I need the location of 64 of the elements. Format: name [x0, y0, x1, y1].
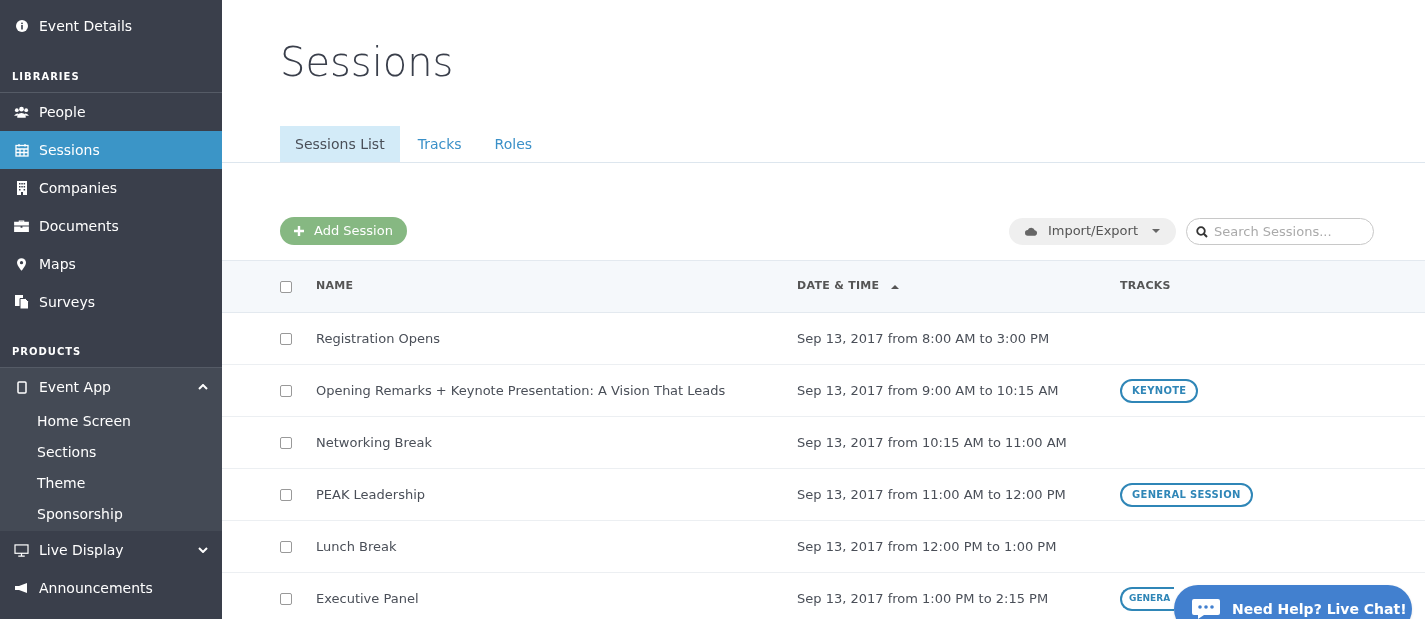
documents-icon [14, 295, 29, 309]
sidebar-subitem[interactable]: Sections [0, 437, 222, 468]
calendar-icon [14, 143, 29, 157]
sidebar-subitem[interactable]: Home Screen [0, 406, 222, 437]
live-chat-button[interactable]: Need Help? Live Chat! [1174, 585, 1412, 619]
row-checkbox[interactable] [280, 332, 292, 345]
tab[interactable]: Sessions List [280, 126, 400, 162]
column-header[interactable]: DATE & TIME [797, 278, 900, 295]
row-checkbox[interactable] [280, 592, 292, 605]
sidebar-item[interactable]: Surveys [0, 283, 222, 321]
chevron-up-icon [198, 384, 208, 390]
search-icon [1196, 225, 1208, 238]
sidebar-item[interactable]: Maps [0, 245, 222, 283]
table-cell-text: Sep 13, 2017 from 11:00 AM to 12:00 PM [797, 485, 1067, 504]
table-cell-text: Registration Opens [316, 329, 442, 348]
people-icon [14, 106, 29, 118]
caret-down-icon [1152, 229, 1160, 233]
monitor-icon [14, 543, 29, 557]
table-cell-text: Lunch Break [316, 537, 398, 556]
table-cell-text: Sep 13, 2017 from 8:00 AM to 3:00 PM [797, 329, 1051, 348]
sidebar-item[interactable]: Companies [0, 169, 222, 207]
table-cell-text: Sep 13, 2017 from 9:00 AM to 10:15 AM [797, 381, 1060, 400]
sidebar-item[interactable]: Event Details [0, 8, 222, 44]
row-checkbox[interactable] [280, 488, 292, 501]
sidebar-item[interactable]: Event App [0, 368, 222, 406]
building-icon [14, 181, 29, 195]
table-cell-text: Sep 13, 2017 from 10:15 AM to 11:00 AM [797, 433, 1068, 452]
column-header[interactable]: NAME [316, 278, 354, 295]
sort-ascending-icon [891, 284, 900, 289]
sidebar-subitem[interactable]: Theme [0, 468, 222, 499]
chat-bubble-icon [1192, 599, 1220, 619]
tab[interactable]: Tracks [402, 126, 477, 162]
table-cell-text: Opening Remarks + Keynote Presentation: A Vision That Leads [316, 381, 727, 400]
row-checkbox[interactable] [280, 436, 292, 449]
map-pin-icon [14, 257, 29, 271]
search-field[interactable]: Search Sessions... [1186, 217, 1374, 245]
tab[interactable]: Roles [479, 126, 548, 162]
info-icon [14, 20, 29, 32]
table-cell-text: Sep 13, 2017 from 1:00 PM to 2:15 PM [797, 589, 1050, 608]
import-export-button[interactable]: Import/Export [1008, 217, 1176, 245]
table-cell-text: Executive Panel [316, 589, 420, 608]
megaphone-icon [14, 583, 29, 593]
tablet-icon [14, 380, 29, 394]
table-cell-text: PEAK Leadership [316, 485, 427, 504]
page-title: Sessions [280, 38, 454, 86]
track-tag: KEYNOTE [1120, 378, 1199, 403]
select-all-checkbox[interactable] [280, 280, 292, 293]
row-checkbox[interactable] [280, 384, 292, 397]
chevron-down-icon [198, 547, 208, 553]
column-header[interactable]: TRACKS [1120, 278, 1171, 295]
track-tag: GENERAL SESSION [1120, 482, 1253, 507]
section-heading: LIBRARIES [0, 60, 222, 93]
sidebar-item[interactable]: Documents [0, 207, 222, 245]
sidebar-item[interactable]: Live Display [0, 531, 222, 569]
plus-icon [294, 226, 304, 236]
sidebar-item[interactable]: Announcements [0, 569, 222, 607]
table-cell-text: Sep 13, 2017 from 12:00 PM to 1:00 PM [797, 537, 1058, 556]
sidebar-item[interactable]: People [0, 93, 222, 131]
sidebar-subitem[interactable]: Sponsorship [0, 499, 222, 530]
track-tag: GENERA [1120, 586, 1174, 611]
briefcase-icon [14, 220, 29, 232]
cloud-icon [1024, 226, 1038, 236]
table-cell-text: Networking Break [316, 433, 433, 452]
row-checkbox[interactable] [280, 540, 292, 553]
